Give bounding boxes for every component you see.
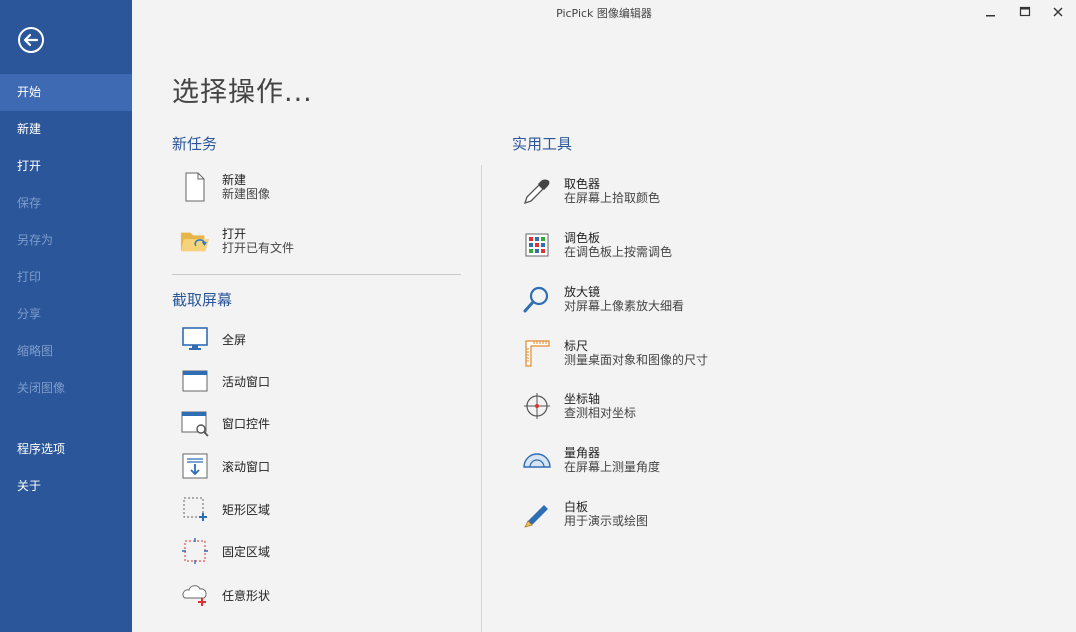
sidebar-item-close-image: 关闭图像 — [17, 381, 66, 395]
fixed-region-icon — [180, 536, 210, 566]
sidebar-item-start[interactable]: 开始 — [0, 74, 132, 111]
sidebar-item-options[interactable]: 程序选项 — [0, 431, 132, 468]
protractor-desc: 在屏幕上测量角度 — [564, 459, 661, 474]
pen-icon — [522, 499, 552, 529]
whiteboard-title: 白板 — [564, 499, 589, 514]
maximize-button[interactable] — [1011, 2, 1039, 22]
sidebar-item-save-as: 另存为 — [17, 233, 54, 247]
palette-title: 调色板 — [564, 230, 601, 245]
tools-heading: 实用工具 — [512, 135, 573, 153]
ruler-title: 标尺 — [564, 338, 589, 353]
ruler-desc: 测量桌面对象和图像的尺寸 — [564, 352, 709, 367]
window-title: PicPick 图像编辑器 — [556, 7, 652, 20]
close-button[interactable] — [1044, 2, 1072, 22]
monitor-icon — [180, 324, 210, 354]
crosshair-title: 坐标轴 — [564, 391, 601, 406]
new-task-heading: 新任务 — [172, 135, 218, 153]
freehand-shape-icon — [180, 580, 210, 610]
minimize-icon — [986, 15, 995, 17]
capture-fixed-region-button[interactable]: 固定区域 — [180, 536, 270, 566]
scrolling-window-icon — [180, 451, 210, 481]
back-arrow-icon[interactable] — [17, 26, 45, 54]
capture-freehand-label: 任意形状 — [222, 588, 271, 603]
palette-button[interactable]: 调色板 在调色板上按需调色 — [522, 230, 672, 260]
new-title: 新建 — [222, 172, 247, 187]
capture-active-window-label: 活动窗口 — [222, 374, 271, 389]
capture-scrolling-window-label: 滚动窗口 — [222, 459, 271, 474]
sidebar-nav: 开始 新建 打开 保存 另存为 打印 分享 缩略图 关闭图像 程序选项 关于 — [0, 74, 132, 505]
palette-grid-icon — [522, 230, 552, 260]
protractor-title: 量角器 — [564, 445, 601, 460]
window-control-icon — [180, 408, 210, 438]
capture-rectangle-button[interactable]: 矩形区域 — [180, 494, 270, 524]
ruler-button[interactable]: 标尺 测量桌面对象和图像的尺寸 — [522, 338, 708, 368]
magnifier-button[interactable]: 放大镜 对屏幕上像素放大细看 — [522, 284, 684, 314]
capture-fullscreen-label: 全屏 — [222, 332, 247, 347]
column-divider — [481, 165, 482, 632]
sidebar-item-open[interactable]: 打开 — [0, 148, 132, 185]
whiteboard-button[interactable]: 白板 用于演示或绘图 — [522, 499, 648, 529]
capture-scrolling-window-button[interactable]: 滚动窗口 — [180, 451, 270, 481]
capture-window-control-button[interactable]: 窗口控件 — [180, 408, 270, 438]
close-icon — [1053, 7, 1063, 17]
capture-rectangle-label: 矩形区域 — [222, 502, 271, 517]
color-picker-title: 取色器 — [564, 176, 601, 191]
open-file-button[interactable]: 打开 打开已有文件 — [180, 226, 294, 256]
new-document-icon — [180, 172, 210, 202]
color-picker-desc: 在屏幕上拾取颜色 — [564, 190, 661, 205]
sidebar-item-thumbnail: 缩略图 — [17, 344, 54, 358]
sidebar: 开始 新建 打开 保存 另存为 打印 分享 缩略图 关闭图像 程序选项 关于 — [0, 0, 132, 632]
crosshair-icon — [522, 391, 552, 421]
active-window-icon — [180, 366, 210, 396]
whiteboard-desc: 用于演示或绘图 — [564, 513, 649, 528]
open-desc: 打开已有文件 — [222, 240, 295, 255]
sidebar-item-about[interactable]: 关于 — [0, 468, 132, 505]
capture-window-control-label: 窗口控件 — [222, 416, 271, 431]
sidebar-item-print: 打印 — [17, 270, 42, 284]
new-image-button[interactable]: 新建 新建图像 — [180, 172, 270, 202]
capture-active-window-button[interactable]: 活动窗口 — [180, 366, 270, 396]
maximize-icon — [1019, 6, 1031, 17]
sidebar-item-share: 分享 — [17, 307, 42, 321]
capture-fullscreen-button[interactable]: 全屏 — [180, 324, 246, 354]
capture-fixed-region-label: 固定区域 — [222, 544, 271, 559]
sidebar-item-save: 保存 — [17, 196, 42, 210]
protractor-icon — [522, 445, 552, 475]
protractor-button[interactable]: 量角器 在屏幕上测量角度 — [522, 445, 660, 475]
capture-freehand-button[interactable]: 任意形状 — [180, 580, 270, 610]
minimize-button[interactable] — [977, 2, 1005, 22]
crosshair-button[interactable]: 坐标轴 查测相对坐标 — [522, 391, 636, 421]
magnifier-icon — [522, 284, 552, 314]
open-folder-icon — [180, 226, 210, 256]
ruler-icon — [522, 338, 552, 368]
magnifier-title: 放大镜 — [564, 284, 601, 299]
sidebar-item-new[interactable]: 新建 — [0, 111, 132, 148]
rectangle-region-icon — [180, 494, 210, 524]
crosshair-desc: 查测相对坐标 — [564, 405, 637, 420]
open-title: 打开 — [222, 226, 247, 241]
page-title: 选择操作... — [172, 77, 313, 108]
new-desc: 新建图像 — [222, 186, 271, 201]
eyedropper-icon — [522, 176, 552, 206]
section-divider — [172, 274, 461, 275]
color-picker-button[interactable]: 取色器 在屏幕上拾取颜色 — [522, 176, 660, 206]
magnifier-desc: 对屏幕上像素放大细看 — [564, 298, 685, 313]
palette-desc: 在调色板上按需调色 — [564, 244, 673, 259]
capture-heading: 截取屏幕 — [172, 291, 233, 309]
